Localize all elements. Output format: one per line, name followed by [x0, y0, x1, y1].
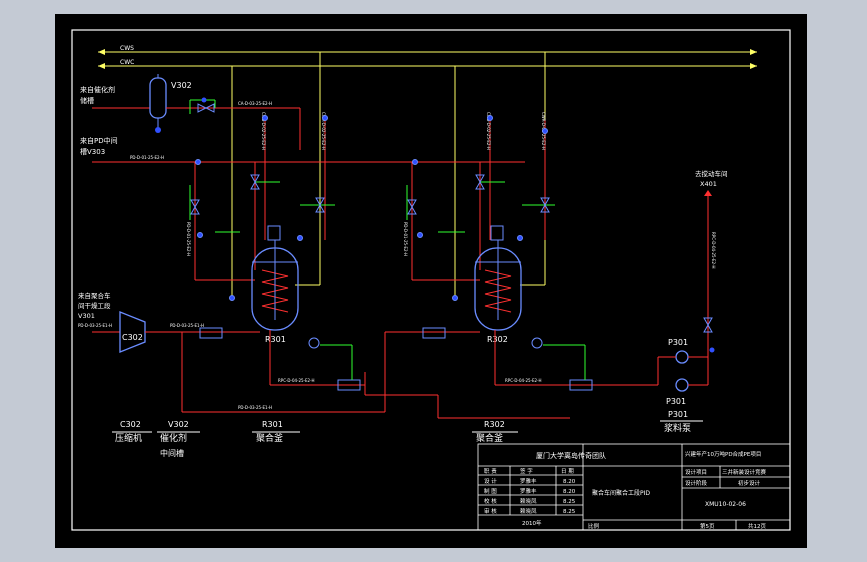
legend-r301-name: 聚合釜	[256, 432, 283, 444]
comp-inlet-line-label: PD-D-03-25-E1-H	[78, 323, 112, 328]
r301-tag: R301	[265, 335, 286, 344]
p301b-tag: P301	[666, 397, 686, 406]
c302-tag: C302	[122, 333, 143, 342]
tb-row1-date: 8.20	[563, 479, 576, 485]
tb-row2-date: 8.20	[563, 489, 576, 495]
legend-p301-name: 浆料泵	[664, 422, 691, 434]
tb-row3-date: 8.25	[563, 499, 576, 505]
legend-v302-tag: V302	[168, 420, 189, 429]
cwr-label: CWC	[120, 59, 134, 66]
tb-design-item-value: 三井新装设计竞赛	[722, 468, 767, 476]
tb-row4-sign: 赖晓凤	[520, 507, 537, 515]
tb-project: 兴建年产10万吨PD合成PE项目	[685, 450, 761, 458]
tb-drawing-no: XMU10-02-06	[705, 501, 746, 508]
legend-r302-name: 聚合釜	[476, 432, 503, 444]
comp-inlet-label-2: 间干燥工段	[78, 301, 111, 310]
legend-p301-tag: P301	[668, 410, 688, 419]
comp-line-label: PD-D-03-25-E1-H	[170, 323, 204, 328]
tb-year: 2010年	[522, 519, 542, 527]
tb-row3-sign: 赖晓凤	[520, 497, 537, 505]
comp-inlet-label-3: V301	[78, 312, 95, 320]
pd-line-label: PD-D-01-25-E2-H	[130, 155, 164, 160]
r301-out-label: RPC-D-04-25-E2-H	[278, 378, 315, 383]
tb-row4-role: 审 核	[484, 507, 497, 515]
legend-r301-tag: R301	[262, 420, 283, 429]
tb-design-stage-value: 初步设计	[738, 479, 761, 487]
v-out-label: RPC-D-04-25-E2-H	[711, 232, 716, 269]
drawing-sheet	[55, 14, 807, 548]
outlet-label-1: 去搅动车间	[695, 169, 728, 178]
tb-row2-role: 制 图	[484, 487, 497, 495]
pd-inlet-label-1: 来自PD中间	[80, 136, 118, 145]
tb-org: 厦门大学离岛传奇团队	[536, 451, 606, 460]
tb-row2-sign: 罗雅丰	[520, 487, 537, 495]
v-label-e: PD-D-01-25-E2-H	[186, 222, 191, 256]
tb-row3-role: 校 核	[484, 497, 497, 505]
tb-row4-date: 8.25	[563, 509, 576, 515]
legend-c302-tag: C302	[120, 420, 141, 429]
tb-header-sign: 签 字	[520, 467, 533, 475]
tb-row1-role: 设 计	[484, 477, 497, 485]
pd-inlet-label-2: 槽V303	[80, 147, 105, 156]
legend-v302-sub: 中间槽	[160, 448, 184, 458]
tb-drawing-title: 聚合车间聚合工段PID	[592, 489, 650, 497]
tb-header-role: 职 责	[484, 467, 497, 475]
legend-r302-tag: R302	[484, 420, 505, 429]
v302-tag: V302	[171, 81, 192, 90]
outlet-label-2: X401	[700, 180, 717, 188]
tb-total: 共12页	[748, 522, 766, 530]
p301-tag: P301	[668, 338, 688, 347]
tb-design-item-label: 设计项目	[685, 468, 707, 476]
bottom-line-label: PD-D-03-25-E1-H	[238, 405, 272, 410]
legend-c302-name: 压缩机	[115, 432, 142, 444]
catalyst-inlet-label-1: 来自催化剂	[80, 85, 115, 94]
cws-label: CWS	[120, 45, 134, 52]
tb-scale: 比例	[588, 522, 600, 530]
tb-row1-sign: 罗雅丰	[520, 477, 537, 485]
tb-sheet: 第5页	[700, 522, 715, 530]
v-label-f: PD-D-01-25-E2-H	[403, 222, 408, 256]
tb-design-stage-label: 设计阶段	[685, 479, 708, 487]
comp-inlet-label-1: 来自聚合车	[78, 291, 111, 300]
cat-line-label: CA-D-03-25-E2-H	[238, 101, 272, 106]
r302-out-label: RPC-D-04-25-E2-H	[505, 378, 542, 383]
legend-v302-name: 催化剂	[160, 432, 187, 444]
catalyst-inlet-label-2: 储槽	[80, 96, 94, 105]
tb-header-date: 日 期	[561, 468, 574, 475]
pid-drawing: CWS CWC 来自催化剂 储槽 V302 CA-D-03-25-E2-H 来自…	[55, 14, 807, 548]
r302-tag: R302	[487, 335, 508, 344]
